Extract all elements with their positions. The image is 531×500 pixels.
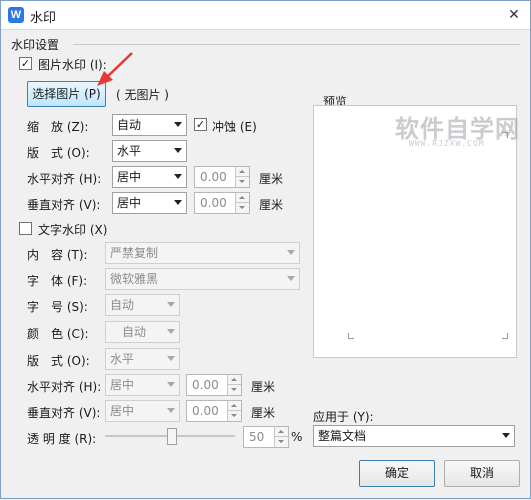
annotation-arrow-icon	[97, 52, 133, 86]
watermark-dialog: W 水印 ✕ 水印设置 ✓ 图片水印 (I): 选择图片 (P) ( 无图片 )…	[0, 0, 531, 499]
